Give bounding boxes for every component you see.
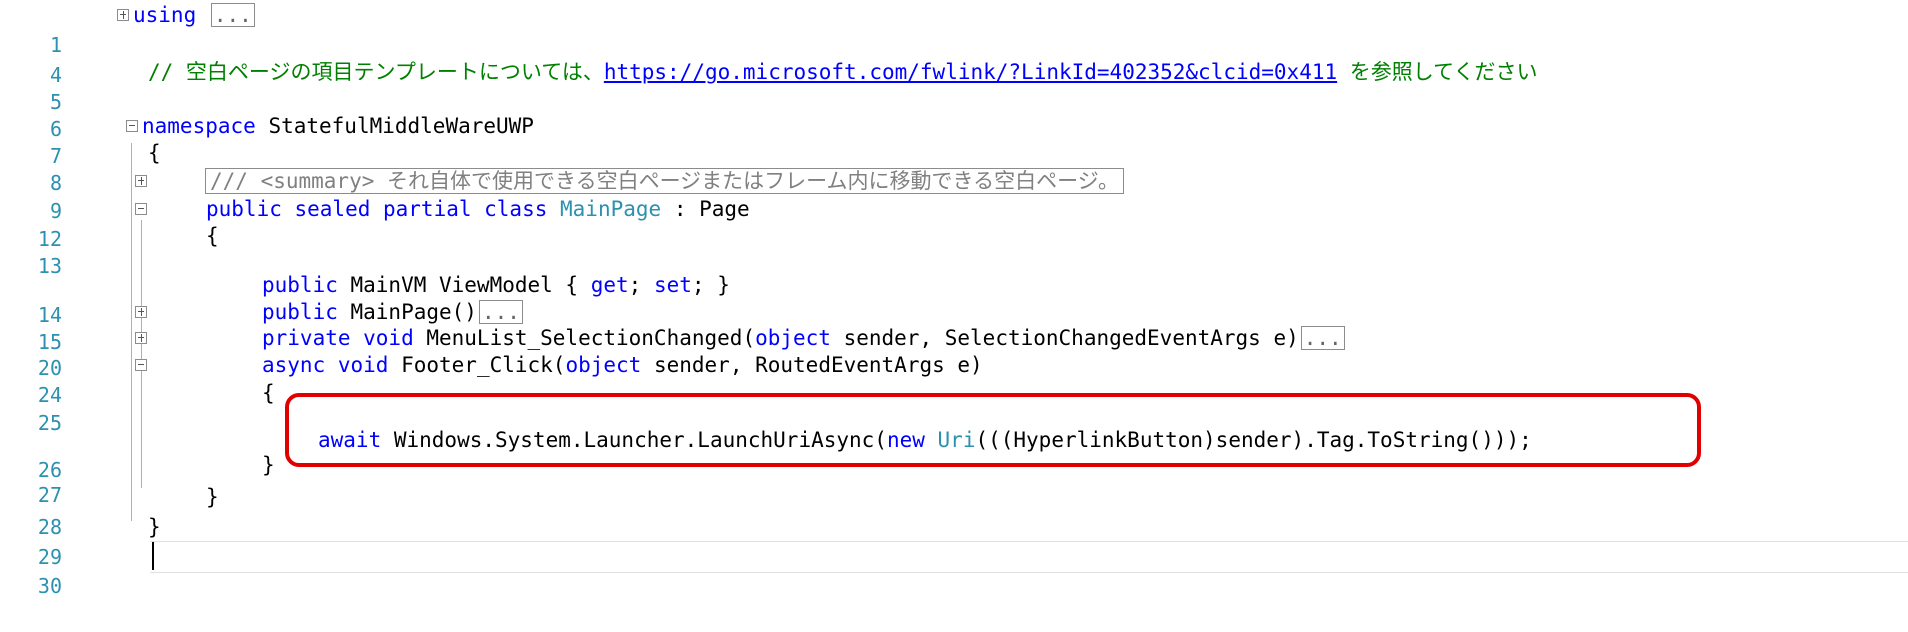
code-line: 12 public sealed partial class MainPage …: [0, 194, 1908, 251]
brace: }: [206, 485, 219, 509]
code-line: 1 using ...: [0, 0, 1908, 57]
method-decl: Footer_Click(: [388, 353, 566, 377]
class-name: MainPage: [547, 197, 662, 221]
brace: }: [262, 453, 275, 477]
keyword: object: [565, 353, 642, 377]
collapsed-summary[interactable]: /// <summary> それ自体で使用できる空白ページまたはフレーム内に移動…: [205, 168, 1125, 194]
method-params: sender, SelectionChangedEventArgs e): [830, 326, 1299, 350]
code-line: 5 // 空白ページの項目テンプレートについては、https://go.micr…: [0, 57, 1908, 114]
highlight-box: [285, 393, 1701, 467]
brace: }: [148, 515, 161, 539]
expand-icon[interactable]: [135, 332, 147, 344]
collapse-icon[interactable]: [135, 359, 147, 371]
keyword: set: [653, 273, 692, 297]
code-line: 8 {: [0, 138, 1908, 195]
code-line: 20 private void MenuList_SelectionChange…: [0, 323, 1908, 380]
code-line: 28 }: [0, 482, 1908, 539]
collapsed-region[interactable]: ...: [1300, 326, 1345, 350]
brace: {: [148, 141, 161, 165]
keyword: private void: [262, 326, 414, 350]
method-decl: MenuList_SelectionChanged(: [413, 326, 756, 350]
method-params: sender, RoutedEventArgs e): [641, 353, 983, 377]
code-line: 6: [0, 84, 1908, 141]
collapsed-region[interactable]: ...: [210, 3, 255, 27]
keyword: public: [262, 273, 338, 297]
expand-icon[interactable]: [135, 306, 147, 318]
separator: ;: [628, 273, 654, 297]
keyword: public: [262, 300, 338, 324]
collapsed-region[interactable]: ...: [478, 300, 523, 324]
code-line: 24 async void Footer_Click(object sender…: [0, 350, 1908, 407]
keyword: object: [755, 326, 831, 350]
comment-text-suffix: を参照してください: [1337, 60, 1538, 84]
code-editor[interactable]: 1 using ... 4 5 // 空白ページの項目テンプレートについては、h…: [0, 0, 1908, 598]
code-line: 29 }: [0, 512, 1908, 569]
code-line: 7 namespace StatefulMiddleWareUWP: [0, 111, 1908, 168]
keyword: async void: [262, 353, 389, 377]
property-decl: MainVM ViewModel {: [337, 273, 591, 297]
comment-link[interactable]: https://go.microsoft.com/fwlink/?LinkId=…: [604, 60, 1337, 84]
base-class: : Page: [661, 197, 750, 221]
brace: {: [262, 381, 275, 405]
keyword: namespace: [142, 114, 256, 138]
text-caret: [152, 542, 154, 570]
code-line: 30: [0, 541, 1908, 598]
namespace-name: StatefulMiddleWareUWP: [255, 114, 534, 138]
code-line: 4: [0, 30, 1908, 87]
code-line: 14 public MainVM ViewModel { get; set; }: [0, 270, 1908, 327]
expand-icon[interactable]: [117, 9, 129, 21]
keyword: get: [590, 273, 629, 297]
expand-icon[interactable]: [135, 175, 147, 187]
code-line: 13 {: [0, 221, 1908, 278]
keyword: using: [133, 3, 197, 27]
comment-text: // 空白ページの項目テンプレートについては、: [148, 60, 604, 84]
collapse-icon[interactable]: [126, 120, 138, 132]
collapse-icon[interactable]: [135, 203, 147, 215]
brace: {: [206, 224, 219, 248]
keyword: public sealed partial class: [206, 197, 548, 221]
property-end: ; }: [691, 273, 730, 297]
constructor-decl: MainPage(): [337, 300, 477, 324]
code-line: 9 /// <summary> それ自体で使用できる空白ページまたはフレーム内に…: [0, 166, 1908, 223]
line-number: 30: [37, 574, 62, 598]
